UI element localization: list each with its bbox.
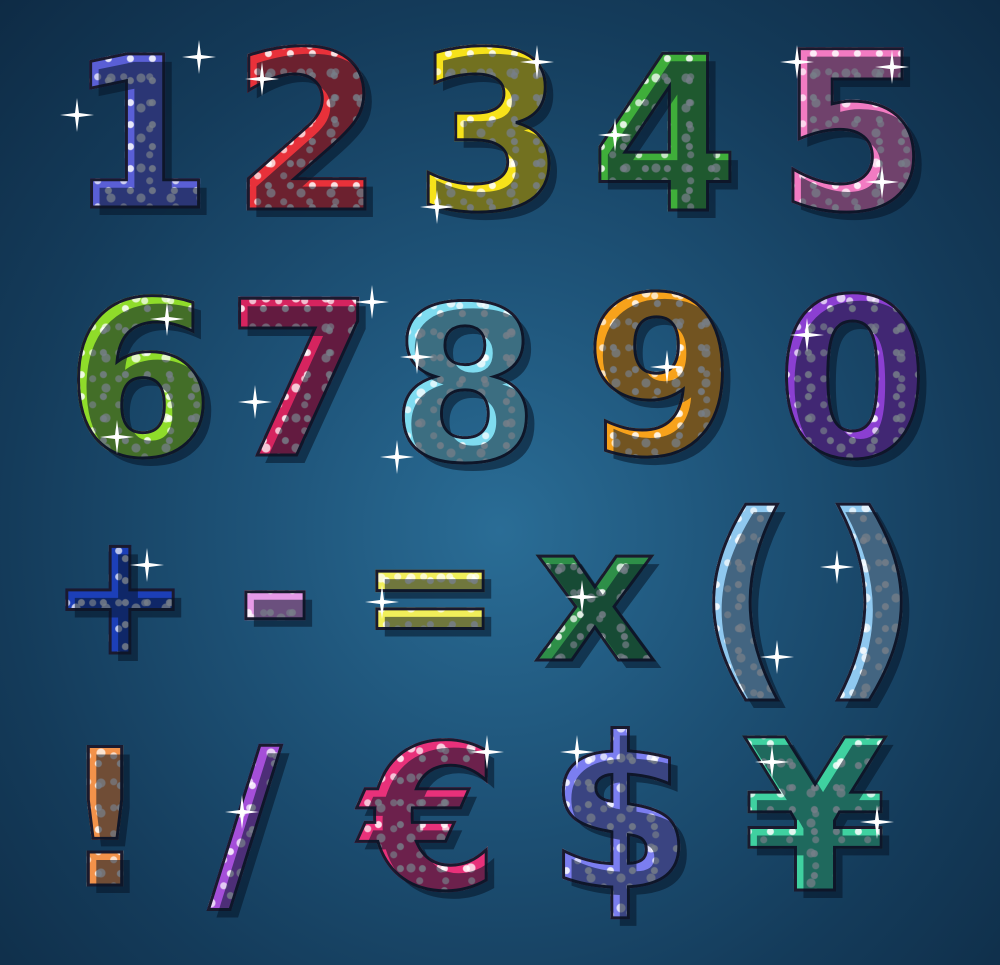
glyph-exclamation: !: [50, 723, 160, 916]
glyph-3: 3: [400, 21, 580, 244]
glyph-multiply: x: [510, 498, 680, 691]
glyph-left-paren: (: [690, 484, 800, 707]
glyph-stage: 1 2 3 4 5 6 7 8 9 0 + - = x ( ) ! / € $ …: [0, 0, 1000, 965]
glyph-slash: /: [160, 721, 330, 924]
glyph-dollar: $: [540, 708, 700, 921]
glyph-7: 7: [215, 271, 385, 489]
glyph-1: 1: [60, 28, 220, 241]
glyph-6: 6: [55, 271, 225, 489]
glyph-2: 2: [220, 21, 395, 244]
glyph-plus: +: [47, 496, 192, 694]
glyph-4: 4: [575, 26, 755, 244]
glyph-euro: €: [330, 718, 530, 921]
glyph-equals: =: [357, 496, 502, 694]
glyph-yen: ¥: [700, 711, 930, 924]
glyph-minus: -: [200, 498, 350, 691]
glyph-8: 8: [370, 276, 560, 494]
glyph-5: 5: [765, 21, 940, 244]
glyph-0: 0: [760, 269, 945, 492]
glyph-9: 9: [565, 266, 755, 489]
glyph-right-paren: ): [815, 484, 925, 707]
